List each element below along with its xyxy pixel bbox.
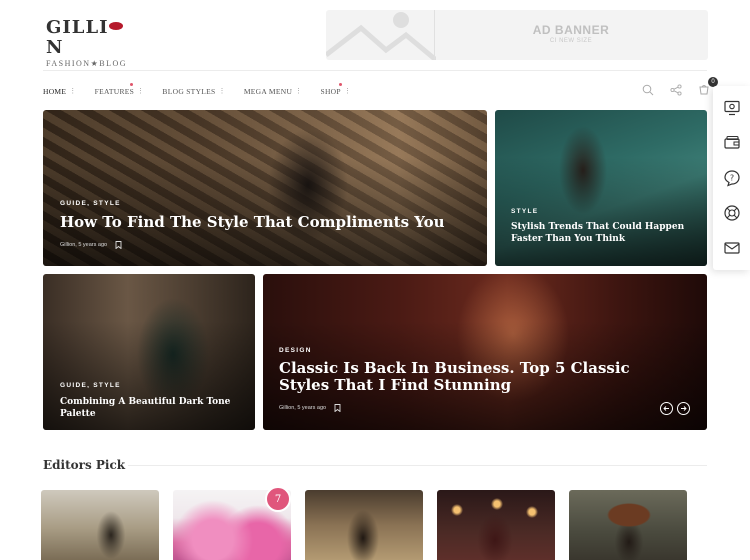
arrow-left-icon <box>663 406 669 411</box>
nav-shop[interactable]: SHOP ⋮ <box>320 83 352 98</box>
main-nav: HOME ⋮ FEATURES ⋮ BLOG STYLES ⋮ MEGA MENU ⋮ … <box>43 83 369 98</box>
post-category[interactable]: GUIDE, STYLE <box>60 200 121 207</box>
post-meta: Gillion, 5 years ago <box>60 241 122 249</box>
new-dot-icon <box>129 83 133 86</box>
featured-post-4[interactable]: DESIGN Classic Is Back In Business. Top … <box>263 274 707 430</box>
post-title[interactable]: Stylish Trends That Could Happen Faster … <box>511 221 701 245</box>
nav-mega-menu[interactable]: MEGA MENU ⋮ <box>244 84 303 98</box>
editors-pick-title: Editors Pick <box>43 458 126 472</box>
site-logo[interactable]: GILLIN FASHION★BLOG <box>46 18 136 69</box>
lips-icon <box>108 22 123 30</box>
featured-post-1[interactable]: GUIDE, STYLE How To Find The Style That … <box>43 110 487 266</box>
next-slide-button[interactable] <box>677 402 690 415</box>
post-category[interactable]: DESIGN <box>279 347 312 354</box>
header-divider <box>43 70 707 71</box>
post-title[interactable]: Combining A Beautiful Dark Tone Palette <box>60 396 250 420</box>
side-toolbar: ? <box>713 86 750 270</box>
post-title[interactable]: How To Find The Style That Compliments Y… <box>60 213 460 232</box>
search-icon[interactable] <box>640 82 656 98</box>
image-placeholder-icon <box>326 12 436 60</box>
dots-icon: ⋮ <box>69 86 77 95</box>
help-icon[interactable]: ? <box>722 168 742 188</box>
mail-icon[interactable] <box>722 238 742 258</box>
post-count-bubble: 7 <box>265 486 291 512</box>
new-dot-icon <box>339 83 343 86</box>
editors-pick-thumb-5[interactable] <box>569 490 687 560</box>
ad-banner[interactable]: AD BANNER CI NEW SIZE <box>326 10 708 60</box>
post-title[interactable]: Classic Is Back In Business. Top 5 Class… <box>279 360 679 394</box>
section-divider <box>128 465 707 466</box>
demo-preview-icon[interactable] <box>722 98 742 118</box>
prev-slide-button[interactable] <box>660 402 673 415</box>
nav-features[interactable]: FEATURES ⋮ <box>95 83 145 98</box>
post-category[interactable]: STYLE <box>511 208 538 215</box>
post-category[interactable]: GUIDE, STYLE <box>60 382 121 389</box>
featured-post-3[interactable]: GUIDE, STYLE Combining A Beautiful Dark … <box>43 274 255 430</box>
editors-pick-thumb-3[interactable] <box>305 490 423 560</box>
logo-wordmark: GILLIN <box>46 18 136 58</box>
bookmark-icon[interactable] <box>115 241 122 249</box>
nav-blog-styles[interactable]: BLOG STYLES ⋮ <box>162 84 225 98</box>
arrow-right-icon <box>681 406 687 411</box>
editors-pick-thumb-4[interactable] <box>437 490 555 560</box>
dots-icon: ⋮ <box>218 86 226 95</box>
dots-icon: ⋮ <box>137 86 145 95</box>
post-author-date: Gillion, 5 years ago <box>60 242 108 248</box>
share-icon[interactable] <box>668 82 684 98</box>
ad-title: AD BANNER <box>532 23 610 37</box>
support-lifebuoy-icon[interactable] <box>722 203 742 223</box>
svg-text:?: ? <box>729 173 733 182</box>
cart-icon[interactable]: 0 <box>696 77 718 98</box>
editors-pick-thumb-1[interactable] <box>41 490 159 560</box>
ad-subtitle: CI NEW SIZE <box>549 38 593 44</box>
header-icons: 0 <box>640 77 718 98</box>
featured-post-2[interactable]: STYLE Stylish Trends That Could Happen F… <box>495 110 707 266</box>
nav-home[interactable]: HOME ⋮ <box>43 84 77 98</box>
dots-icon: ⋮ <box>343 86 352 95</box>
logo-tagline: FASHION★BLOG <box>46 59 128 68</box>
post-meta: Gillion, 5 years ago <box>279 404 341 412</box>
bookmark-icon[interactable] <box>334 404 341 412</box>
post-author-date: Gillion, 5 years ago <box>279 405 327 411</box>
dots-icon: ⋮ <box>295 86 303 95</box>
image-overlay <box>43 156 487 266</box>
purchase-icon[interactable] <box>722 133 742 153</box>
